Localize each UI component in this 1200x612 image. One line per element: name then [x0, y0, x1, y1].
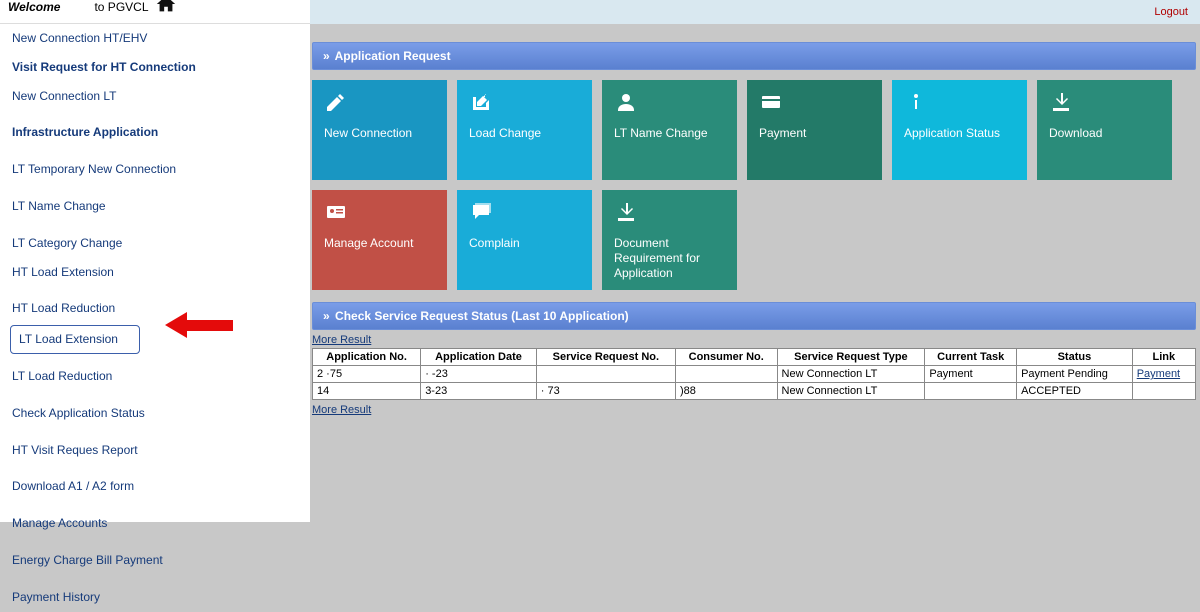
tile-label: Load Change: [469, 126, 541, 141]
section-application-request: » Application Request: [312, 42, 1196, 70]
chevron-right-icon: »: [323, 49, 328, 63]
info-icon: [904, 90, 928, 120]
sidebar-item-11[interactable]: Check Application Status: [0, 399, 310, 428]
sidebar-item-10[interactable]: LT Load Reduction: [0, 362, 310, 391]
home-icon[interactable]: [155, 0, 177, 21]
tile-label: Complain: [469, 236, 520, 251]
tiles-grid: New Connection Load Change LT Name Change P…: [312, 80, 1196, 290]
tile-complain[interactable]: Complain: [457, 190, 592, 290]
sidebar-item-14[interactable]: Manage Accounts: [0, 509, 310, 538]
sidebar-item-7[interactable]: HT Load Extension: [0, 258, 310, 287]
sidebar-item-12[interactable]: HT Visit Reques Report: [0, 436, 310, 465]
col-header: Application No.: [313, 349, 421, 366]
tile-label: Download: [1049, 126, 1102, 141]
tile-payment[interactable]: Payment: [747, 80, 882, 180]
user-icon: [614, 90, 638, 120]
sidebar-item-9[interactable]: LT Load Extension: [10, 325, 140, 354]
col-header: Link: [1132, 349, 1195, 366]
tile-label: Payment: [759, 126, 806, 141]
col-header: Application Date: [421, 349, 537, 366]
tile-lt-name-change[interactable]: LT Name Change: [602, 80, 737, 180]
logout-link[interactable]: Logout: [1154, 6, 1188, 18]
sidebar: Welcome to PGVCL New Connection HT/EHVVi…: [0, 0, 310, 522]
download-icon: [614, 200, 638, 230]
sidebar-item-13[interactable]: Download A1 / A2 form: [0, 472, 310, 501]
tile-label: Application Status: [904, 126, 1000, 141]
more-result-top[interactable]: More Result: [312, 334, 371, 346]
edit-icon: [469, 90, 493, 120]
section-status: » Check Service Request Status (Last 10 …: [312, 302, 1196, 330]
welcome-bar: Welcome to PGVCL: [0, 0, 310, 24]
tile-application-status[interactable]: Application Status: [892, 80, 1027, 180]
col-header: Consumer No.: [675, 349, 777, 366]
card-icon: [759, 90, 783, 120]
row-link[interactable]: Payment: [1137, 368, 1180, 380]
sidebar-item-4[interactable]: LT Temporary New Connection: [0, 155, 310, 184]
main-area: » Application Request New Connection Load…: [310, 24, 1200, 578]
download-icon: [1049, 90, 1073, 120]
col-header: Service Request No.: [536, 349, 675, 366]
sidebar-item-3[interactable]: Infrastructure Application: [0, 118, 310, 147]
col-header: Service Request Type: [777, 349, 925, 366]
welcome-suffix: to PGVCL: [94, 0, 148, 14]
section-title: Check Service Request Status (Last 10 Ap…: [335, 309, 629, 323]
sidebar-item-8[interactable]: HT Load Reduction: [0, 294, 310, 323]
more-result-bottom[interactable]: More Result: [312, 404, 371, 416]
tile-label: Manage Account: [324, 236, 413, 251]
sidebar-item-15[interactable]: Energy Charge Bill Payment: [0, 546, 310, 575]
sidebar-item-5[interactable]: LT Name Change: [0, 192, 310, 221]
chat-icon: [469, 200, 493, 230]
tile-label: Document Requirement for Application: [614, 236, 725, 281]
welcome-text: Welcome: [8, 0, 60, 14]
table-row: 14 3-23· 73 )88New Connection LTACCEPTED: [313, 383, 1196, 400]
chevron-right-icon: »: [323, 309, 328, 323]
tile-download[interactable]: Download: [1037, 80, 1172, 180]
tile-new-connection[interactable]: New Connection: [312, 80, 447, 180]
tile-label: LT Name Change: [614, 126, 708, 141]
status-table: Application No.Application DateService R…: [312, 348, 1196, 400]
sidebar-item-6[interactable]: LT Category Change: [0, 229, 310, 258]
sidebar-item-0[interactable]: New Connection HT/EHV: [0, 24, 310, 53]
sidebar-item-2[interactable]: New Connection LT: [0, 82, 310, 111]
pencil-icon: [324, 90, 348, 120]
section-title: Application Request: [335, 49, 451, 63]
table-row: 2 ·75· -23New Connection LTPaymentPaymen…: [313, 366, 1196, 383]
idcard-icon: [324, 200, 348, 230]
sidebar-item-16[interactable]: Payment History: [0, 583, 310, 612]
tile-load-change[interactable]: Load Change: [457, 80, 592, 180]
col-header: Status: [1017, 349, 1133, 366]
tile-document-requirement-for-application[interactable]: Document Requirement for Application: [602, 190, 737, 290]
sidebar-item-1[interactable]: Visit Request for HT Connection: [0, 53, 310, 82]
col-header: Current Task: [925, 349, 1017, 366]
tile-manage-account[interactable]: Manage Account: [312, 190, 447, 290]
tile-label: New Connection: [324, 126, 412, 141]
